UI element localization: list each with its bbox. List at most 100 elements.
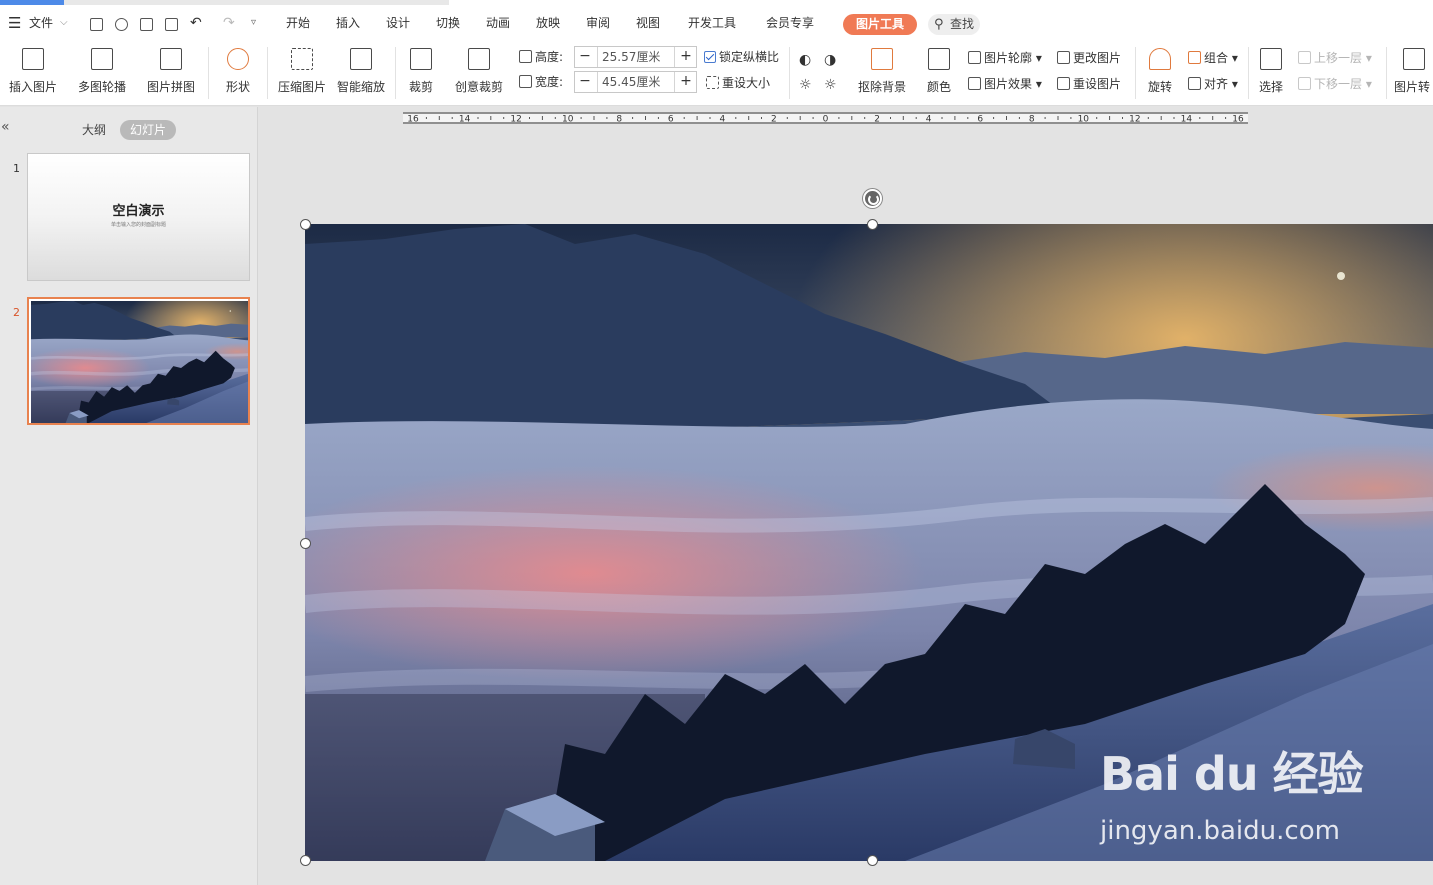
insert-picture-button[interactable]: 插入图片 (4, 41, 62, 106)
picture-effect-button[interactable]: 图片效果 ▾ (968, 74, 1042, 94)
color-button[interactable]: 颜色 (920, 41, 958, 106)
send-backward-icon (1298, 77, 1311, 90)
tab-developer[interactable]: 开发工具 (688, 5, 736, 41)
change-picture-button[interactable]: 更改图片 (1057, 48, 1121, 68)
increase-brightness-icon[interactable]: ☼ (799, 75, 812, 95)
ruler-tick (799, 116, 801, 120)
reset-size-button[interactable]: 重设大小 (706, 73, 770, 93)
decrease-contrast-icon[interactable]: ◑ (824, 50, 836, 70)
height-icon (519, 50, 532, 63)
quick-access-more-icon[interactable]: ▿ (251, 5, 256, 41)
resize-handle-bottom[interactable] (867, 855, 878, 866)
format-painter-icon[interactable] (115, 18, 128, 31)
tab-design[interactable]: 设计 (386, 5, 410, 41)
baidu-watermark-logo: Bai du 经验 (1100, 747, 1364, 801)
ruler-label: 0 (823, 115, 829, 125)
rotate-icon (1149, 48, 1171, 70)
tab-start[interactable]: 开始 (286, 5, 310, 41)
ruler-tick (1057, 116, 1059, 120)
smart-zoom-button[interactable]: 智能缩放 (333, 41, 389, 106)
group-button[interactable]: 组合 ▾ (1188, 48, 1238, 68)
chevron-down-icon[interactable]: ⌵ (60, 5, 68, 41)
search-button[interactable]: ⚲ 查找 (928, 14, 980, 35)
plus-icon[interactable]: + (676, 72, 696, 92)
hamburger-icon[interactable]: ☰ (8, 5, 21, 41)
redo-icon[interactable]: ↷ (223, 5, 235, 41)
resize-handle-top[interactable] (867, 219, 878, 230)
multi-carousel-button[interactable]: 多图轮播 (72, 41, 132, 106)
print-preview-icon[interactable] (165, 18, 178, 31)
ruler-label: 8 (616, 115, 622, 125)
minus-icon[interactable]: − (575, 47, 595, 67)
slide-thumbnail-2[interactable] (27, 297, 250, 425)
width-field[interactable]: 45.45厘米 (597, 72, 675, 92)
slide-subtitle: 单击输入您的封面副标题 (110, 222, 166, 228)
selected-picture[interactable]: Bai du 经验 jingyan.baidu.com (305, 224, 1433, 861)
rotate-handle-icon[interactable] (863, 189, 882, 208)
increase-contrast-icon[interactable]: ◐ (799, 50, 811, 70)
remove-background-button[interactable]: 抠除背景 (851, 41, 913, 106)
tab-slideshow[interactable]: 放映 (536, 5, 560, 41)
ruler-label: 2 (771, 115, 777, 125)
picture-collage-button[interactable]: 图片拼图 (141, 41, 201, 106)
collapse-panel-icon[interactable]: « (1, 119, 10, 135)
baidu-watermark-url: jingyan.baidu.com (1100, 816, 1340, 846)
select-button[interactable]: 选择 (1252, 41, 1290, 106)
height-field[interactable]: 25.57厘米 (597, 47, 675, 67)
picture-tools-ribbon: 插入图片 多图轮播 图片拼图 形状 压缩图片 智能缩放 裁剪 创意裁剪 高度: … (0, 41, 1433, 106)
save-icon[interactable] (90, 18, 103, 31)
resize-handle-left[interactable] (300, 538, 311, 549)
ruler-tick (735, 117, 737, 119)
crop-icon (410, 48, 432, 70)
ruler-tick (1212, 116, 1214, 120)
ruler-tick (425, 117, 427, 119)
tab-picture-tools[interactable]: 图片工具 (843, 14, 917, 35)
effect-icon (968, 77, 981, 90)
reset-picture-button[interactable]: 重设图片 (1057, 74, 1121, 94)
ribbon-separator (1248, 47, 1249, 99)
ribbon-separator (789, 47, 790, 99)
ruler-tick (1070, 117, 1072, 119)
ruler-tick (1122, 117, 1123, 119)
tab-outline[interactable]: 大纲 (82, 120, 106, 140)
plus-icon[interactable]: + (676, 47, 696, 67)
align-button[interactable]: 对齐 ▾ (1188, 74, 1238, 94)
ruler-tick (529, 117, 530, 119)
ruler-tick (851, 116, 853, 120)
lock-ratio-checkbox[interactable]: 锁定纵横比 (704, 47, 779, 67)
tab-transition[interactable]: 切换 (436, 5, 460, 41)
slide-thumbnail-1[interactable]: 空白演示 单击输入您的封面副标题 (27, 153, 250, 281)
smart-zoom-icon (350, 48, 372, 70)
width-stepper[interactable]: − 45.45厘米 + (574, 71, 697, 93)
picture-convert-button[interactable]: 图片转 (1394, 41, 1433, 106)
bring-forward-button[interactable]: 上移一层 ▾ (1298, 48, 1372, 68)
tab-member[interactable]: 会员专享 (766, 5, 814, 41)
file-menu[interactable]: 文件 (29, 5, 53, 41)
ruler-tick (1225, 117, 1227, 119)
tab-slides[interactable]: 幻灯片 (120, 120, 177, 140)
ruler-ticks: 16 14 12 10 8 6 4 2 0 2 4 6 8 10 12 14 16 (403, 114, 1248, 125)
tab-animation[interactable]: 动画 (486, 5, 510, 41)
ruler-tick (1044, 117, 1046, 119)
picture-outline-button[interactable]: 图片轮廓 ▾ (968, 48, 1042, 68)
creative-crop-button[interactable]: 创意裁剪 (449, 41, 509, 106)
resize-handle-bottom-left[interactable] (300, 855, 311, 866)
tab-review[interactable]: 审阅 (586, 5, 610, 41)
tab-view[interactable]: 视图 (636, 5, 660, 41)
print-icon[interactable] (140, 18, 153, 31)
compress-picture-button[interactable]: 压缩图片 (274, 41, 330, 106)
shape-button[interactable]: 形状 (216, 41, 260, 106)
minus-icon[interactable]: − (575, 72, 595, 92)
decrease-brightness-icon[interactable]: ☼ (824, 75, 837, 95)
send-backward-button[interactable]: 下移一层 ▾ (1298, 74, 1372, 94)
ruler-label: 4 (720, 115, 726, 125)
ruler-label: 2 (874, 115, 880, 125)
undo-icon[interactable]: ↶ (190, 5, 202, 41)
ribbon-separator (395, 47, 396, 99)
crop-button[interactable]: 裁剪 (401, 41, 441, 106)
height-stepper[interactable]: − 25.57厘米 + (574, 46, 697, 68)
rotate-button[interactable]: 旋转 (1140, 41, 1180, 106)
tab-insert[interactable]: 插入 (336, 5, 360, 41)
resize-handle-top-left[interactable] (300, 219, 311, 230)
horizontal-ruler: 16 14 12 10 8 6 4 2 0 2 4 6 8 10 12 14 16 (403, 112, 1248, 124)
